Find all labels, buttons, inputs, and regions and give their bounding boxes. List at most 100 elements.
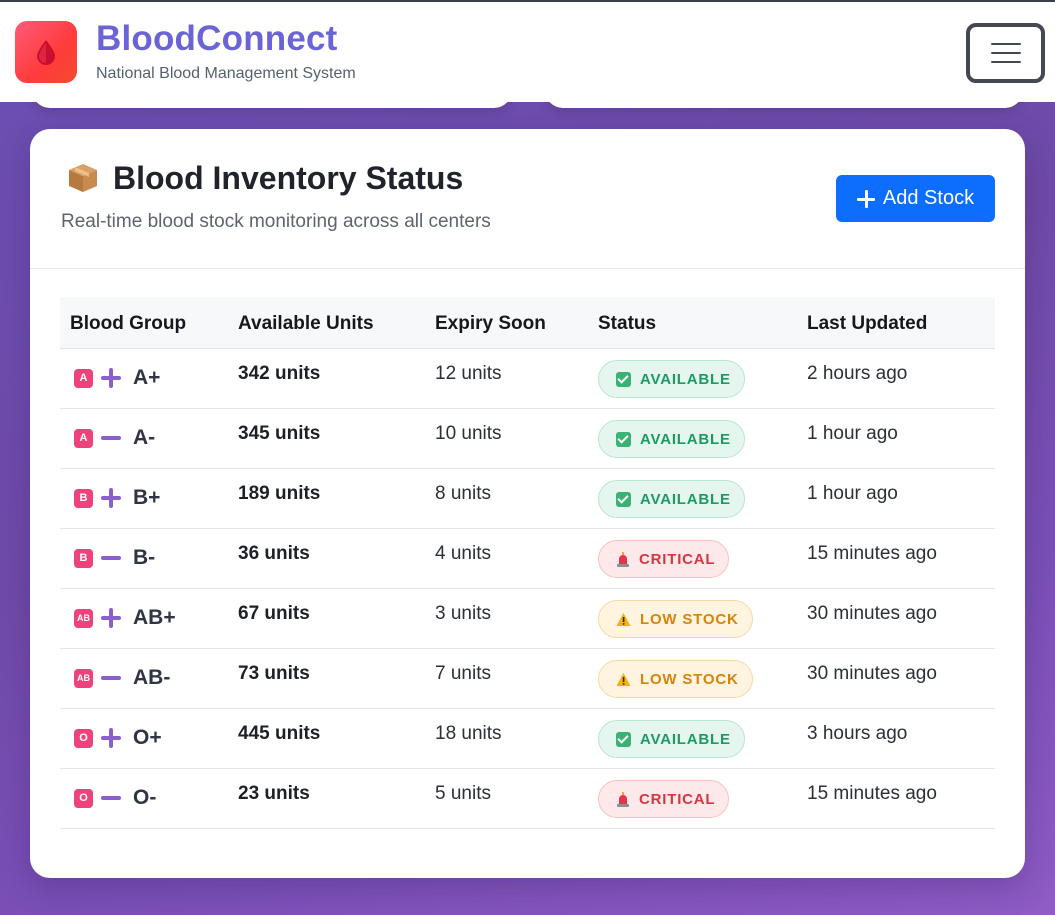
blood-group-label: O-: [133, 786, 157, 809]
available-units: 67 units: [238, 603, 310, 624]
plus-sign-icon: [101, 608, 121, 628]
available-units: 345 units: [238, 423, 321, 444]
blood-group-label: AB-: [133, 666, 171, 689]
blood-type-letter-icon: AB: [74, 608, 93, 628]
status-badge: LOW STOCK: [598, 600, 753, 638]
blood-group-cell: B B+: [74, 486, 160, 510]
app-header: BloodConnect National Blood Management S…: [0, 2, 1055, 102]
status-badge: AVAILABLE: [598, 360, 745, 398]
table-header: Blood Group Available Units Expiry Soon …: [60, 297, 995, 349]
minus-sign-icon: [101, 428, 121, 448]
available-units: 36 units: [238, 543, 310, 564]
plus-sign-icon: [101, 488, 121, 508]
column-header-status[interactable]: Status: [598, 313, 656, 335]
blood-group-cell: AB AB-: [74, 666, 170, 690]
expiry-soon-units: 12 units: [435, 363, 502, 384]
add-stock-button[interactable]: Add Stock: [836, 175, 995, 222]
plus-icon: [856, 189, 875, 208]
last-updated: 3 hours ago: [807, 723, 908, 744]
status-label: AVAILABLE: [640, 370, 731, 388]
table-row[interactable]: AB AB+ 67 units 3 units LOW STOCK 30 minutes …: [60, 589, 995, 649]
blood-type-letter-icon: A: [74, 428, 93, 448]
last-updated: 1 hour ago: [807, 423, 898, 444]
status-label: LOW STOCK: [640, 610, 739, 628]
column-header-blood-group[interactable]: Blood Group: [70, 313, 186, 335]
status-badge: CRITICAL: [598, 540, 730, 578]
blood-group-cell: AB AB+: [74, 606, 176, 630]
table-row[interactable]: B B- 36 units 4 units CRITICAL 15 minutes ago: [60, 529, 995, 589]
minus-sign-icon: [101, 788, 121, 808]
status-label: AVAILABLE: [640, 730, 731, 748]
status-label: AVAILABLE: [640, 490, 731, 508]
column-header-expiry-soon[interactable]: Expiry Soon: [435, 313, 546, 335]
last-updated: 15 minutes ago: [807, 783, 937, 804]
blood-group-label: O+: [133, 726, 162, 749]
siren-icon: [617, 791, 629, 807]
last-updated: 30 minutes ago: [807, 663, 937, 684]
inventory-card-header: Blood Inventory Status Real-time blood s…: [30, 129, 1025, 269]
status-badge: AVAILABLE: [598, 720, 745, 758]
check-mark-icon: [616, 371, 631, 387]
blood-type-letter-icon: AB: [74, 668, 93, 688]
column-header-available-units[interactable]: Available Units: [238, 313, 374, 335]
minus-sign-icon: [101, 668, 121, 688]
expiry-soon-units: 5 units: [435, 783, 491, 804]
package-box-icon: [69, 164, 97, 192]
plus-sign-icon: [101, 368, 121, 388]
status-label: AVAILABLE: [640, 430, 731, 448]
blood-group-label: A+: [133, 366, 161, 389]
hamburger-menu-icon[interactable]: [966, 23, 1045, 83]
blood-type-letter-icon: B: [74, 488, 93, 508]
last-updated: 15 minutes ago: [807, 543, 937, 564]
blood-group-label: AB+: [133, 606, 176, 629]
blood-group-cell: A A+: [74, 366, 160, 390]
available-units: 23 units: [238, 783, 310, 804]
inventory-table: Blood Group Available Units Expiry Soon …: [60, 297, 995, 829]
table-row[interactable]: O O- 23 units 5 units CRITICAL 15 minutes ago: [60, 769, 995, 829]
column-header-last-updated[interactable]: Last Updated: [807, 313, 927, 335]
blood-group-label: B-: [133, 546, 156, 569]
table-row[interactable]: O O+ 445 units 18 units AVAILABLE 3 hours ago: [60, 709, 995, 769]
table-row[interactable]: A A+ 342 units 12 units AVAILABLE 2 hours ago: [60, 349, 995, 409]
last-updated: 30 minutes ago: [807, 603, 937, 624]
blood-group-label: B+: [133, 486, 161, 509]
blood-group-cell: O O+: [74, 726, 162, 750]
inventory-title: Blood Inventory Status: [113, 160, 464, 196]
siren-icon: [617, 551, 629, 567]
add-stock-label: Add Stock: [882, 187, 975, 209]
warning-icon: [616, 672, 631, 686]
blood-type-letter-icon: B: [74, 548, 93, 568]
check-mark-icon: [616, 491, 631, 507]
available-units: 73 units: [238, 663, 310, 684]
table-row[interactable]: A A- 345 units 10 units AVAILABLE 1 hour ago: [60, 409, 995, 469]
status-badge: AVAILABLE: [598, 420, 745, 458]
inventory-subtitle: Real-time blood stock monitoring across …: [61, 211, 491, 232]
app-title: BloodConnect: [96, 19, 338, 58]
blood-group-cell: O O-: [74, 786, 156, 810]
expiry-soon-units: 18 units: [435, 723, 502, 744]
expiry-soon-units: 4 units: [435, 543, 491, 564]
status-badge: CRITICAL: [598, 780, 730, 818]
last-updated: 2 hours ago: [807, 363, 908, 384]
blood-type-letter-icon: O: [74, 788, 93, 808]
available-units: 445 units: [238, 723, 321, 744]
table-row[interactable]: B B+ 189 units 8 units AVAILABLE 1 hour ago: [60, 469, 995, 529]
expiry-soon-units: 10 units: [435, 423, 502, 444]
blood-group-cell: A A-: [74, 426, 155, 450]
last-updated: 1 hour ago: [807, 483, 898, 504]
minus-sign-icon: [101, 548, 121, 568]
status-label: LOW STOCK: [640, 670, 739, 688]
available-units: 342 units: [238, 363, 321, 384]
blood-group-label: A-: [133, 426, 156, 449]
blood-group-cell: B B-: [74, 546, 155, 570]
available-units: 189 units: [238, 483, 321, 504]
table-body: A A+ 342 units 12 units AVAILABLE 2 hours ago…: [60, 349, 995, 829]
status-label: CRITICAL: [639, 550, 716, 568]
expiry-soon-units: 8 units: [435, 483, 491, 504]
table-row[interactable]: AB AB- 73 units 7 units LOW STOCK 30 minutes …: [60, 649, 995, 709]
expiry-soon-units: 7 units: [435, 663, 491, 684]
status-badge: LOW STOCK: [598, 660, 753, 698]
check-mark-icon: [616, 731, 631, 747]
warning-icon: [616, 612, 631, 626]
blood-type-letter-icon: O: [74, 728, 93, 748]
